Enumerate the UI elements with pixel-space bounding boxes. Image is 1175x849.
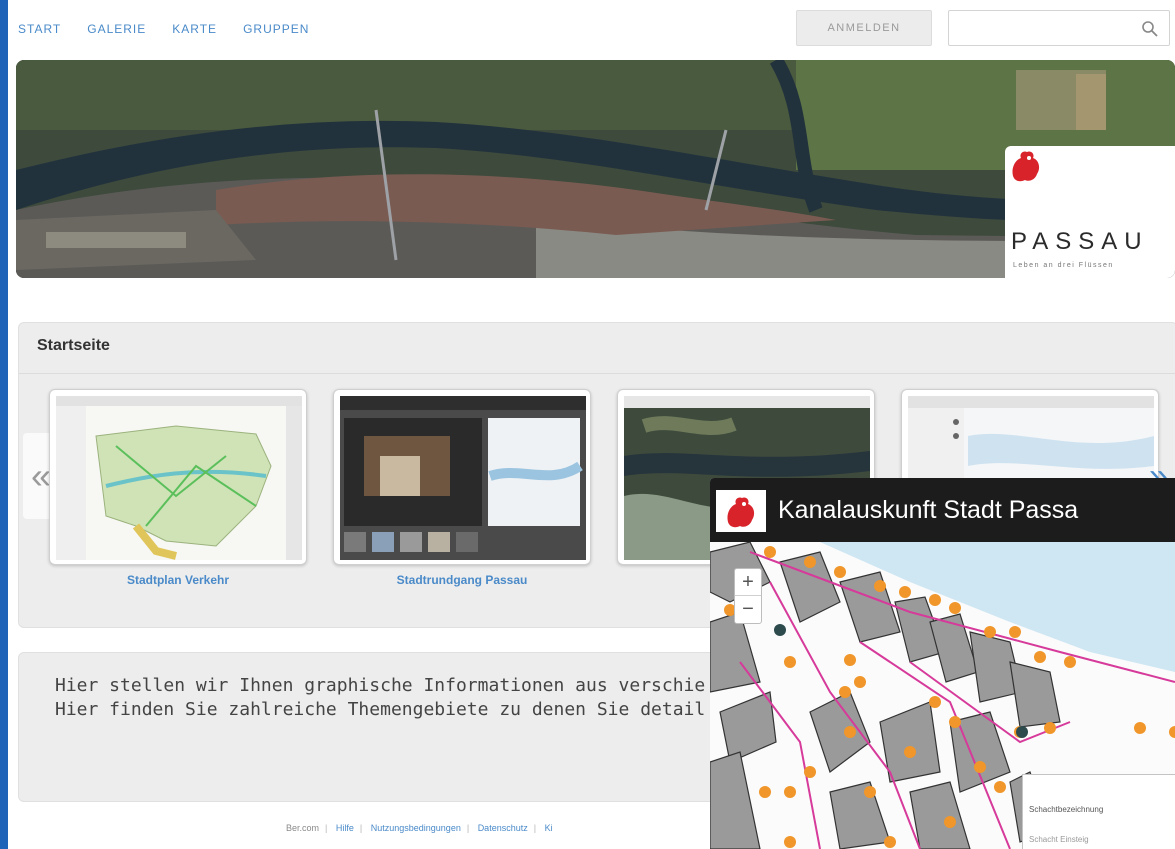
footer-text: Ber.com (286, 823, 320, 833)
divider (19, 373, 1175, 374)
footer-privacy-link[interactable]: Datenschutz (478, 823, 528, 833)
signin-button[interactable]: ANMELDEN (796, 10, 932, 46)
kanal-header: Kanalauskunft Stadt Passa (710, 478, 1175, 542)
popup-title: Schachtbezeichnung (1029, 805, 1104, 814)
kanal-app-window[interactable]: Kanalauskunft Stadt Passa + − Schachtbez… (710, 478, 1175, 849)
footer-link[interactable]: Ki (545, 823, 553, 833)
gallery-card[interactable]: Stadtrundgang Passau (333, 389, 591, 587)
footer: Ber.com | Hilfe | Nutzungsbedingungen | Dat… (286, 823, 553, 833)
logo-subtitle: Leben an drei Flüssen (1013, 262, 1114, 269)
nav-links: START GALERIE KARTE GRUPPEN (18, 22, 309, 36)
gallery-card[interactable]: Stadtplan Verkehr (49, 389, 307, 587)
nav-karte[interactable]: KARTE (172, 22, 217, 36)
search-icon[interactable] (1141, 20, 1159, 38)
logo-title: PASSAU (1011, 228, 1149, 255)
nav-start[interactable]: START (18, 22, 61, 36)
nav-galerie[interactable]: GALERIE (87, 22, 146, 36)
footer-separator: | (359, 823, 363, 833)
card-thumbnail[interactable] (49, 389, 307, 565)
zoom-in-button[interactable]: + (735, 569, 761, 596)
lion-emblem-icon (1012, 151, 1040, 182)
feature-popup: Schachtbezeichnung Schacht Einsteig (1022, 774, 1175, 849)
aerial-banner: PASSAU Leben an drei Flüssen (16, 60, 1175, 278)
popup-row: Schacht Einsteig (1029, 835, 1089, 844)
passau-logo: PASSAU Leben an drei Flüssen (1005, 146, 1175, 278)
zoom-out-button[interactable]: − (735, 596, 761, 623)
footer-separator: | (533, 823, 537, 833)
lion-emblem-icon (727, 497, 755, 528)
footer-help-link[interactable]: Hilfe (336, 823, 354, 833)
search-input[interactable] (955, 17, 1135, 39)
thumbnail-image (340, 396, 586, 560)
footer-separator: | (466, 823, 470, 833)
description-line: Hier finden Sie zahlreiche Themengebiete… (55, 699, 706, 720)
card-label[interactable]: Stadtrundgang Passau (333, 573, 591, 587)
search-box (948, 10, 1170, 46)
zoom-control: + − (734, 568, 762, 624)
gallery-title: Startseite (37, 337, 110, 354)
kanal-logo (716, 490, 766, 532)
description-line: Hier stellen wir Ihnen graphische Inform… (55, 675, 706, 696)
card-label[interactable]: Stadtplan Verkehr (49, 573, 307, 587)
top-nav: START GALERIE KARTE GRUPPEN ANMELDEN (8, 0, 1175, 58)
aerial-photo (16, 60, 1175, 278)
nav-gruppen[interactable]: GRUPPEN (243, 22, 309, 36)
kanal-title: Kanalauskunft Stadt Passa (778, 496, 1079, 524)
footer-terms-link[interactable]: Nutzungsbedingungen (371, 823, 461, 833)
thumbnail-image (56, 396, 302, 560)
card-thumbnail[interactable] (333, 389, 591, 565)
footer-separator: | (325, 823, 328, 833)
